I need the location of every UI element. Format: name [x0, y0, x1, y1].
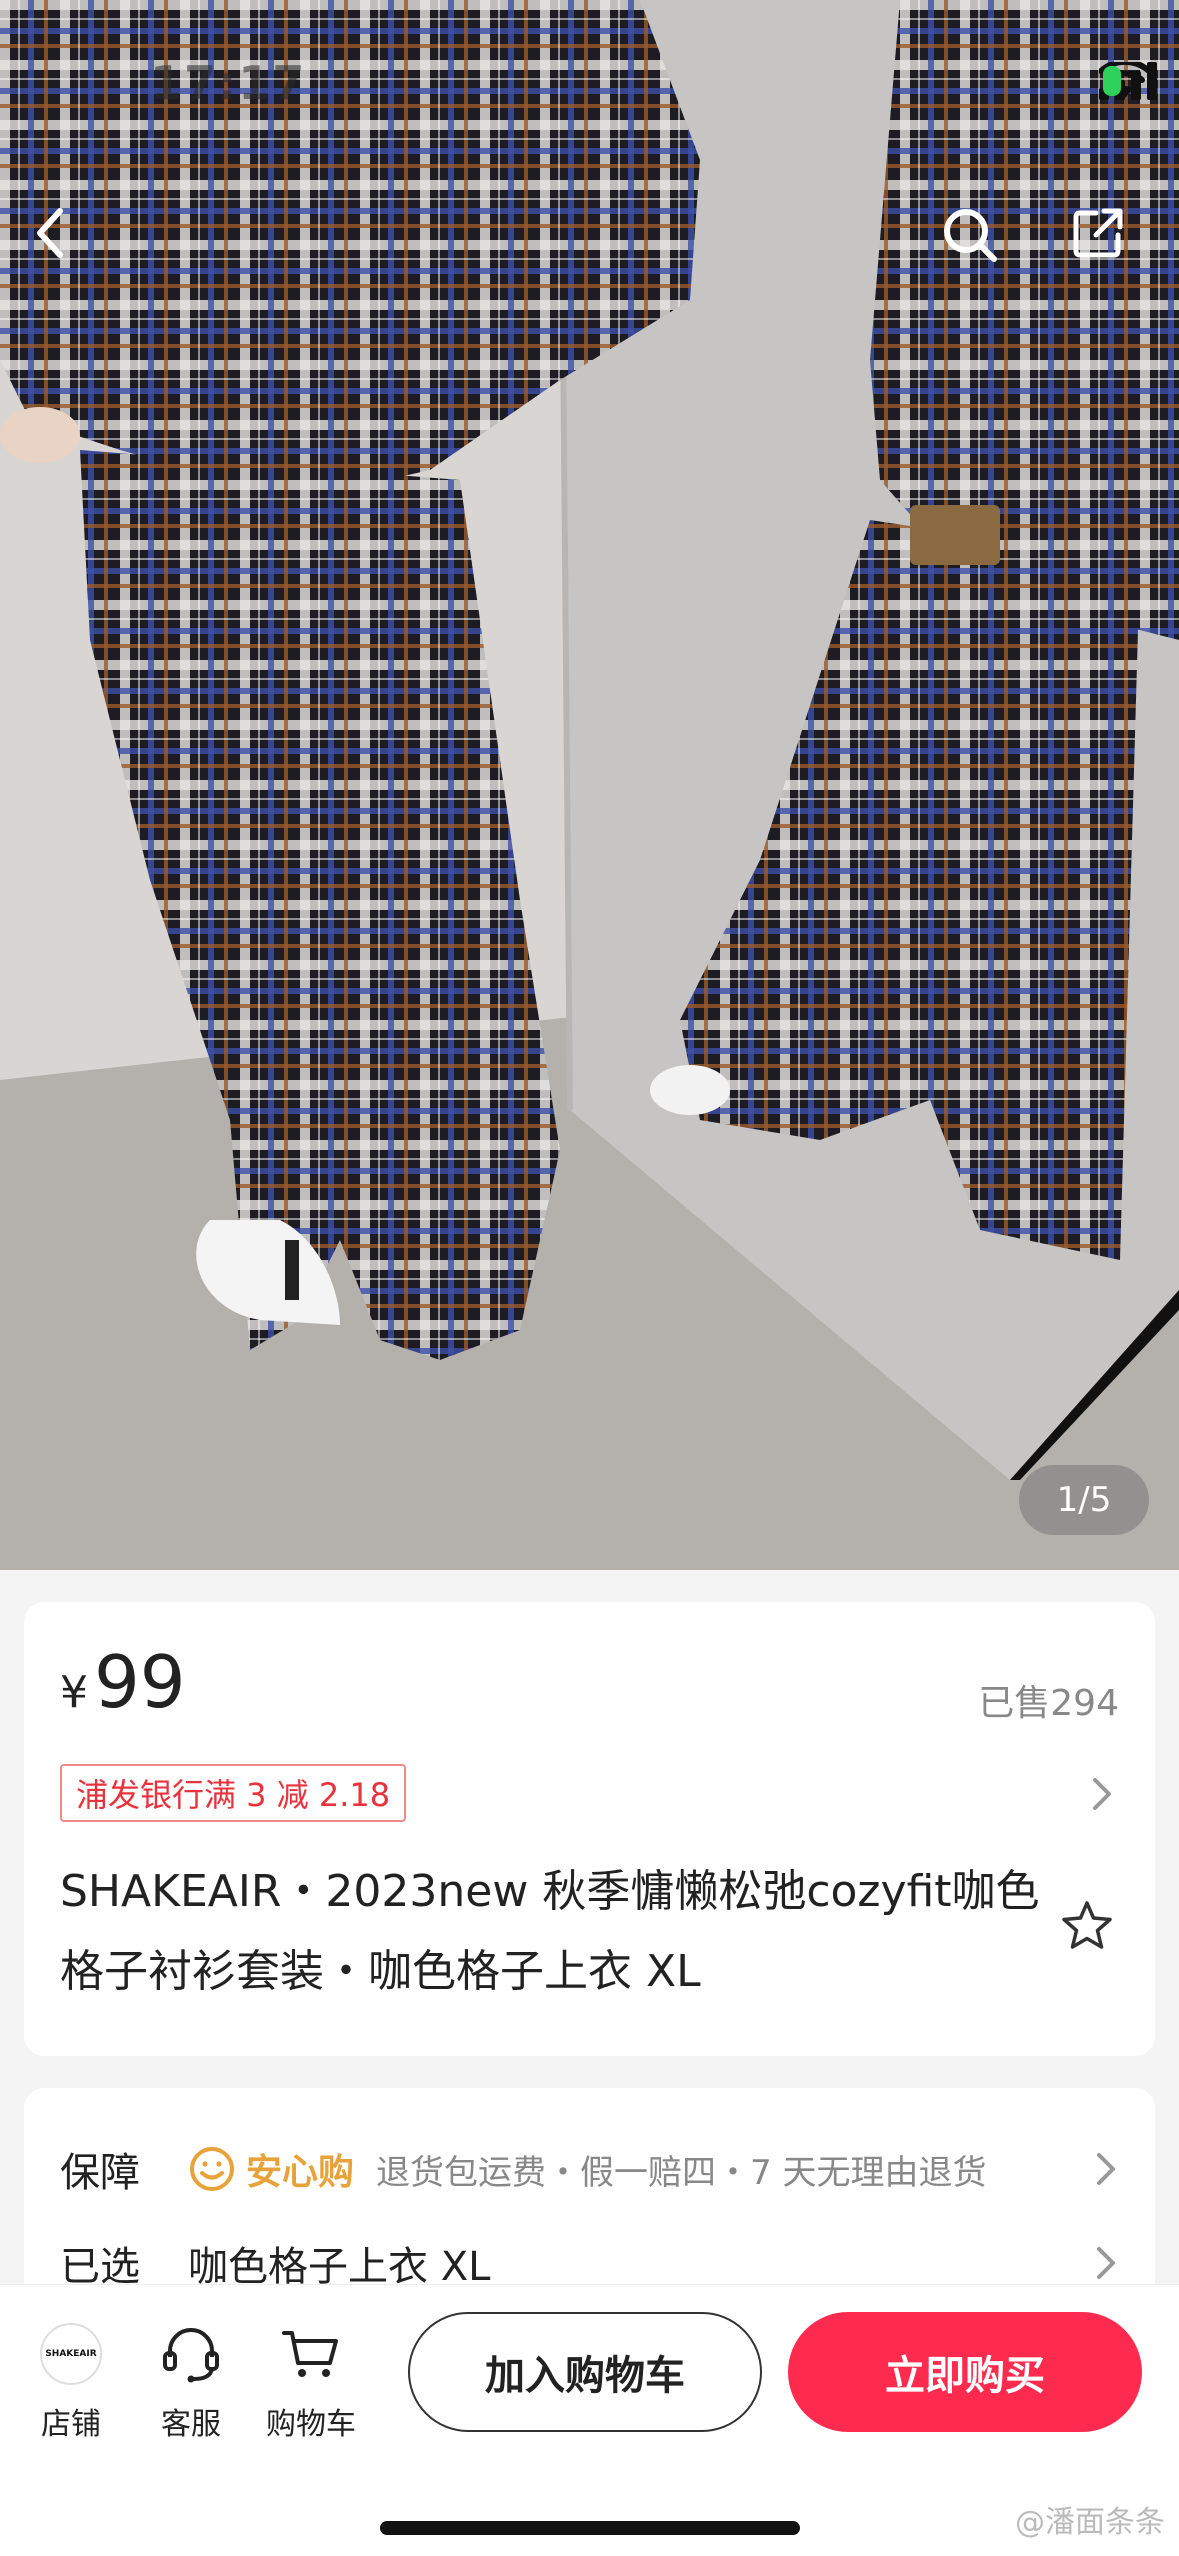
- cart-button[interactable]: 购物车: [256, 2319, 366, 2443]
- search-button[interactable]: [940, 205, 1020, 285]
- buy-now-button[interactable]: 立即购买: [788, 2312, 1142, 2432]
- customer-service-label: 客服: [161, 2407, 221, 2442]
- search-icon: [944, 209, 997, 262]
- share-icon: [1073, 208, 1123, 258]
- home-indicator[interactable]: [380, 2521, 800, 2535]
- chevron-left-icon: [37, 208, 63, 258]
- price-currency: ¥: [60, 1667, 88, 1718]
- selected-label: 已选: [60, 2244, 140, 2288]
- status-bar: 17:17: [0, 0, 1179, 150]
- price-value: 99: [94, 1640, 186, 1724]
- cart-icon: [282, 2331, 338, 2377]
- headset-icon: [163, 2328, 219, 2383]
- selected-value: 咖色格子上衣 XL: [188, 2244, 491, 2288]
- back-button[interactable]: [30, 205, 110, 285]
- cart-label: 购物车: [266, 2407, 356, 2442]
- assurance-badge: 安心购: [188, 2143, 354, 2195]
- add-to-cart-button[interactable]: 加入购物车: [408, 2312, 762, 2432]
- price: ¥ 99: [60, 1640, 186, 1724]
- battery-icon: [1103, 66, 1121, 96]
- assurance-text: 退货包运费・假一赔四・7 天无理由退货: [376, 2152, 987, 2193]
- selected-spec-row[interactable]: 已选 咖色格子上衣 XL: [60, 2228, 1119, 2288]
- chevron-right-icon: [1097, 2247, 1115, 2279]
- smile-icon: [190, 2147, 234, 2191]
- image-page-counter: 1/5: [1019, 1465, 1149, 1535]
- bottom-action-bar: SHAKEAIR 店铺 客服 购物车 加入购物车 立即购买 @潘面条条: [0, 2284, 1179, 2556]
- share-button[interactable]: [1070, 205, 1150, 285]
- customer-service-button[interactable]: 客服: [136, 2319, 246, 2443]
- product-summary-card: ¥ 99 已售294 浦发银行满 3 减 2.18 SHAKEAIR・2023n…: [24, 1602, 1155, 2056]
- product-image-gallery[interactable]: 17:17 1/5: [0, 0, 1179, 1570]
- assurance-badge-label: 安心购: [246, 2152, 355, 2193]
- chevron-right-icon: [1097, 2153, 1115, 2185]
- store-logo: SHAKEAIR: [40, 2323, 102, 2385]
- chevron-right-icon[interactable]: [1089, 1774, 1115, 1814]
- store-label: 店铺: [41, 2407, 101, 2442]
- product-title: SHAKEAIR・2023new 秋季慵懒松弛cozyfit咖色格子衬衫套装・咖…: [60, 1866, 1040, 1997]
- status-time: 17:17: [150, 56, 307, 110]
- promo-tag[interactable]: 浦发银行满 3 减 2.18: [60, 1764, 407, 1822]
- sold-count: 已售294: [978, 1683, 1119, 1724]
- favorite-star-icon[interactable]: [1059, 1898, 1115, 1954]
- assurance-row[interactable]: 保障 安心购 退货包运费・假一赔四・7 天无理由退货: [60, 2134, 1119, 2204]
- store-button[interactable]: SHAKEAIR 店铺: [16, 2319, 126, 2443]
- product-info-card: 保障 安心购 退货包运费・假一赔四・7 天无理由退货 已选 咖色格子上衣 XL: [24, 2088, 1155, 2288]
- assurance-label: 保障: [60, 2150, 140, 2196]
- watermark: @潘面条条: [1015, 2505, 1165, 2540]
